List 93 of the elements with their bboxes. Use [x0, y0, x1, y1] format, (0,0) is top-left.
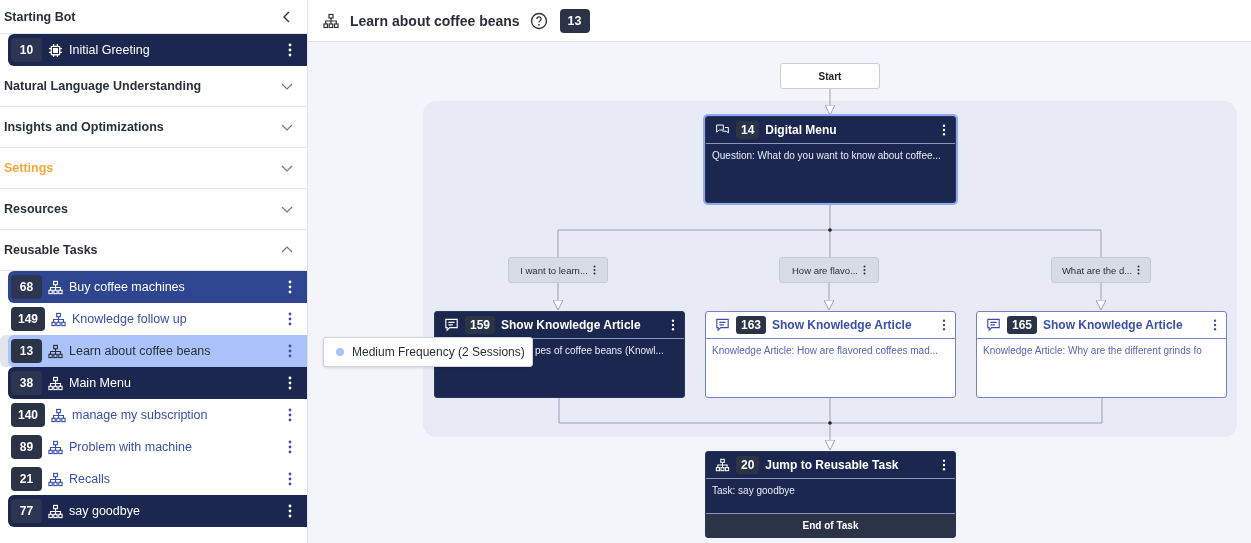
help-icon[interactable]: [529, 11, 548, 30]
task-name: Main Menu: [69, 376, 132, 390]
condition-label[interactable]: I want to learn...: [508, 257, 608, 283]
hierarchy-icon: [48, 375, 63, 391]
node-text: Knowledge Article: How are flavored coffees mad...: [712, 345, 939, 356]
hierarchy-icon: [48, 279, 63, 295]
more-icon[interactable]: [863, 265, 866, 275]
more-icon[interactable]: [288, 440, 292, 454]
node-text: Task: say goodbye: [712, 485, 795, 496]
hierarchy-icon: [51, 311, 67, 327]
hierarchy-icon: [48, 471, 63, 487]
task-item[interactable]: 10 Initial Greeting: [8, 34, 307, 66]
connector-arrow: [823, 282, 835, 311]
more-icon[interactable]: [288, 376, 292, 390]
hierarchy-icon: [51, 407, 67, 423]
hierarchy-icon: [48, 343, 63, 359]
task-name: Learn about coffee beans: [69, 344, 212, 358]
more-icon[interactable]: [592, 265, 596, 275]
section-title[interactable]: Insights and Optimizations: [4, 120, 164, 134]
task-name: say goodbye: [69, 504, 141, 518]
task-item[interactable]: 38 Main Menu: [8, 367, 307, 399]
task-name: Buy coffee machines: [69, 280, 186, 294]
message-icon: [986, 318, 1001, 332]
task-item[interactable]: 77 say goodbye: [8, 495, 307, 527]
more-icon[interactable]: [1213, 319, 1217, 331]
task-item[interactable]: 68 Buy coffee machines: [8, 271, 307, 303]
more-icon[interactable]: [288, 504, 292, 518]
id-badge: 149: [11, 307, 46, 331]
id-badge: 13: [559, 8, 590, 33]
id-badge: 14: [736, 121, 760, 139]
page-title: Learn about coffee beans: [350, 12, 520, 29]
task-name: Problem with machine: [69, 440, 193, 454]
condition-label[interactable]: What are the d...: [1051, 257, 1151, 283]
frequency-dot: [336, 348, 344, 356]
more-icon[interactable]: [1137, 265, 1141, 275]
id-badge: 159: [465, 316, 496, 334]
more-icon[interactable]: [288, 312, 292, 326]
task-name: Knowledge follow up: [72, 312, 188, 326]
hierarchy-icon: [323, 12, 339, 29]
flow-node[interactable]: 163 Show Knowledge Article Knowledge Article: How are flavored coffees mad...: [705, 311, 956, 398]
condition-label[interactable]: How are flavo...: [779, 257, 879, 283]
more-icon[interactable]: [288, 280, 292, 294]
id-badge: 68: [11, 275, 42, 299]
id-badge: 38: [11, 371, 42, 395]
start-node[interactable]: Start: [780, 63, 880, 89]
more-icon[interactable]: [942, 459, 946, 471]
more-icon[interactable]: [671, 319, 675, 331]
more-icon[interactable]: [942, 319, 946, 331]
hierarchy-icon: [48, 503, 63, 519]
junction-dot: [828, 421, 832, 425]
flow-node[interactable]: 20 Jump to Reusable Task Task: say goodbye End of Task: [705, 451, 956, 538]
task-name: Recalls: [69, 472, 111, 486]
node-title: Show Knowledge Article: [501, 318, 642, 332]
message-icon: [444, 318, 459, 332]
flow-node[interactable]: 14 Digital Menu Question: What do you want to know about coffee...: [705, 116, 956, 203]
chat-bubbles-icon: [715, 123, 730, 137]
section-title[interactable]: Reusable Tasks: [4, 243, 98, 257]
node-text: Knowledge Article: Why are the different grinds fo: [983, 345, 1202, 356]
id-badge: 89: [11, 435, 42, 459]
task-name: Initial Greeting: [69, 43, 151, 57]
id-badge: 20: [736, 456, 760, 474]
more-icon[interactable]: [288, 43, 292, 57]
hierarchy-icon: [715, 458, 730, 472]
more-icon[interactable]: [942, 124, 946, 136]
id-badge: 140: [11, 403, 46, 427]
chip-icon: [48, 42, 63, 58]
node-title: Jump to Reusable Task: [765, 458, 900, 472]
section-title: Starting Bot: [4, 9, 76, 24]
id-badge: 77: [11, 499, 42, 523]
node-footer: End of Task: [706, 513, 955, 537]
section-title[interactable]: Natural Language Understanding: [4, 79, 202, 93]
section-title[interactable]: Resources: [4, 202, 68, 216]
node-text: pes of coffee beans (Knowl...: [535, 345, 664, 356]
id-badge: 21: [11, 467, 42, 491]
node-title: Digital Menu: [765, 123, 838, 137]
id-badge: 13: [11, 339, 42, 363]
node-text: Question: What do you want to know about coffee...: [712, 150, 941, 161]
id-badge: 163: [736, 316, 767, 334]
flow-node[interactable]: 165 Show Knowledge Article Knowledge Article: Why are the different grinds fo: [976, 311, 1227, 398]
id-badge: 165: [1007, 316, 1038, 334]
more-icon[interactable]: [288, 408, 292, 422]
connector-arrow: [824, 422, 836, 451]
node-title: Show Knowledge Article: [1043, 318, 1184, 332]
hierarchy-icon: [48, 439, 63, 455]
node-title: Show Knowledge Article: [772, 318, 913, 332]
task-name: manage my subscription: [72, 408, 209, 422]
id-badge: 10: [11, 38, 42, 62]
junction-dot: [828, 228, 832, 232]
message-icon: [715, 318, 730, 332]
connector-arrow: [824, 87, 836, 116]
more-icon[interactable]: [288, 472, 292, 486]
connector-arrow: [552, 282, 564, 311]
connector-arrow: [1095, 282, 1107, 311]
